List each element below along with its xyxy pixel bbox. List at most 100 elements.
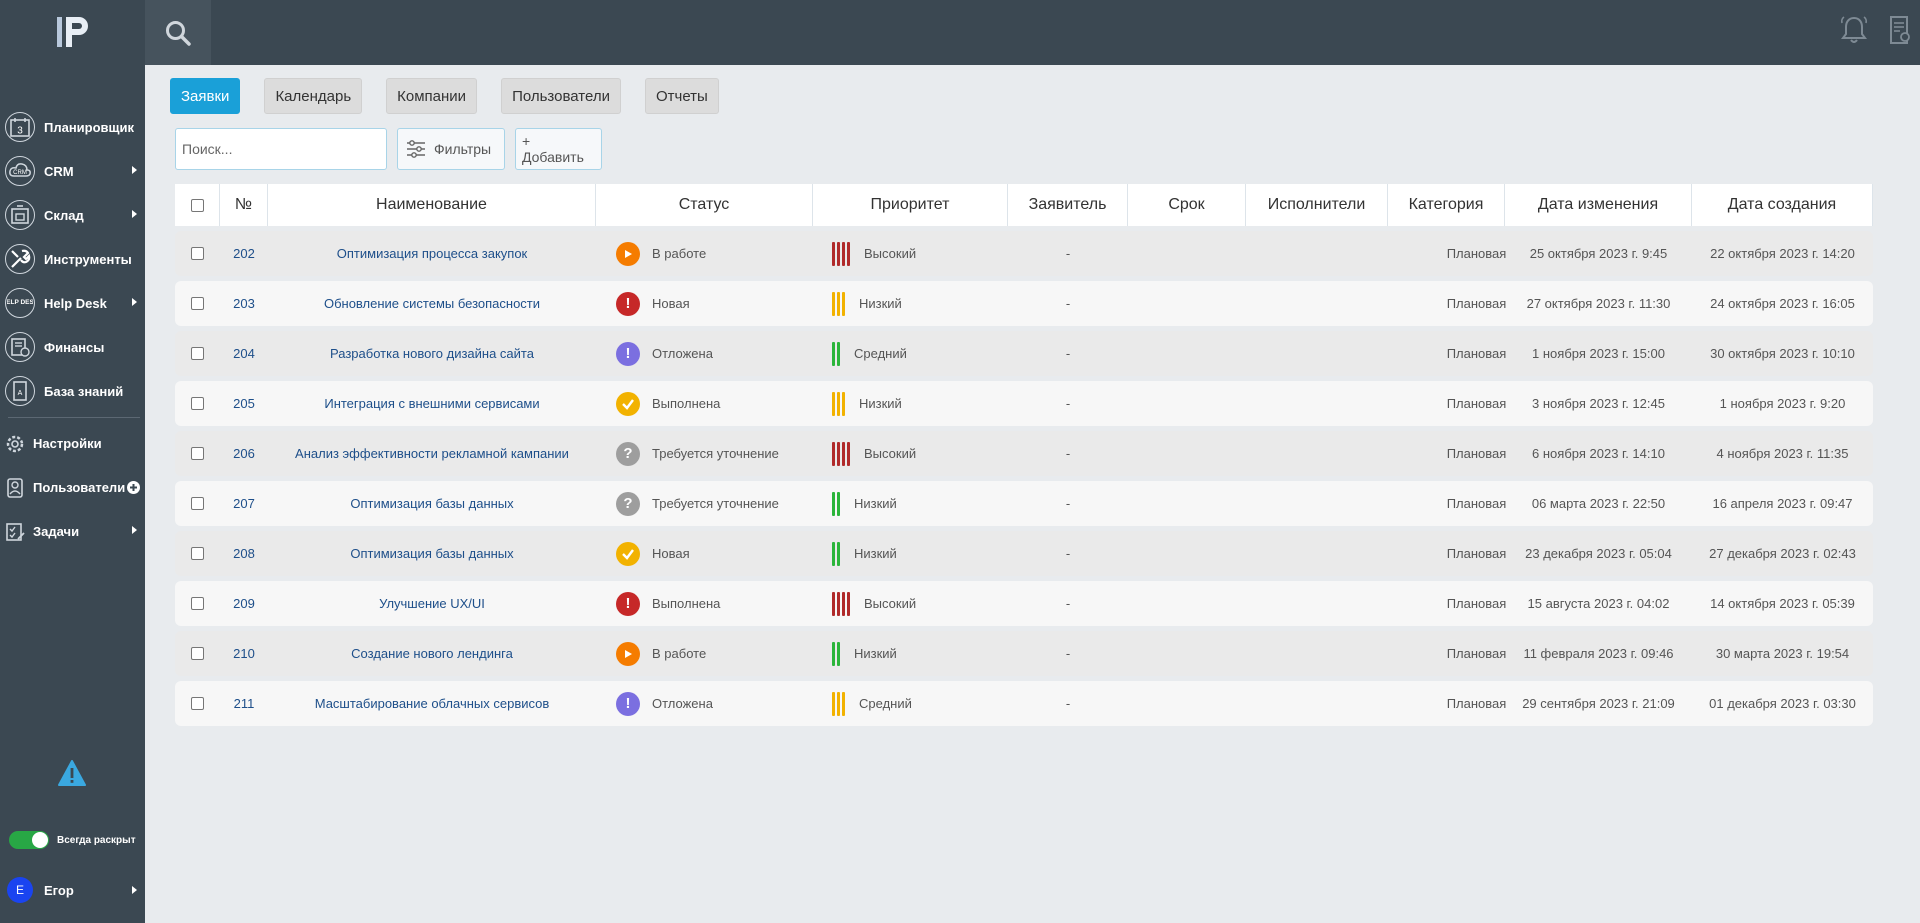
sidebar-item-label: Help Desk: [44, 295, 107, 311]
app-logo[interactable]: [54, 14, 94, 50]
request-title-link[interactable]: Оптимизация базы данных: [268, 531, 596, 576]
table-row[interactable]: 205 Интеграция с внешними сервисами Выполн…: [175, 381, 1873, 426]
status-cell: ! Выполнена: [616, 581, 813, 626]
sidebar-item-gear[interactable]: Настройки: [0, 423, 145, 463]
sidebar-item-tasks[interactable]: Задачи: [0, 511, 145, 551]
request-number[interactable]: 205: [220, 381, 268, 426]
search-input[interactable]: [175, 128, 387, 170]
request-number[interactable]: 206: [220, 431, 268, 476]
table-row[interactable]: 211 Масштабирование облачных сервисов ! Отл…: [175, 681, 1873, 726]
priority-bars-icon: [832, 291, 847, 316]
request-number[interactable]: 202: [220, 231, 268, 276]
table-row[interactable]: 203 Обновление системы безопасности! Новая…: [175, 281, 1873, 326]
sidebar-item-label: Склад: [44, 207, 84, 223]
request-title-link[interactable]: Интеграция с внешними сервисами: [268, 381, 596, 426]
request-number[interactable]: 210: [220, 631, 268, 676]
select-all-checkbox[interactable]: [190, 198, 204, 212]
sidebar-item-warehouse[interactable]: Склад: [0, 195, 145, 235]
table-row[interactable]: 207 Оптимизация базы данных? Требуется уто…: [175, 481, 1873, 526]
request-number[interactable]: 207: [220, 481, 268, 526]
request-title-link[interactable]: Оптимизация процесса закупок: [268, 231, 596, 276]
request-title-link[interactable]: Разработка нового дизайна сайта: [268, 331, 596, 376]
status-done-icon: [616, 541, 640, 566]
request-number[interactable]: 208: [220, 531, 268, 576]
tab-3[interactable]: Пользователи: [501, 78, 621, 114]
tab-4[interactable]: Отчеты: [644, 78, 719, 114]
column-header[interactable]: Заявитель: [1008, 184, 1128, 226]
deadline-cell: [1128, 281, 1246, 326]
column-header[interactable]: Исполнители: [1246, 184, 1388, 226]
table-row[interactable]: 210 Создание нового лендинга В работе Низки…: [175, 631, 1873, 676]
row-checkbox[interactable]: [191, 497, 204, 510]
status-label: Новая: [652, 296, 690, 311]
add-button[interactable]: + Добавить: [515, 128, 602, 170]
sidebar-item-finance[interactable]: Финансы: [0, 327, 145, 367]
sidebar-item-user[interactable]: Пользователи: [0, 467, 145, 507]
tab-2[interactable]: Компании: [386, 78, 478, 114]
request-title-link[interactable]: Масштабирование облачных сервисов: [268, 681, 596, 726]
filters-button[interactable]: Фильтры: [397, 128, 505, 170]
request-number[interactable]: 209: [220, 581, 268, 626]
requests-table: № Наименование Статус Приоритет Заявитель Сро…: [175, 184, 1873, 726]
request-title-link[interactable]: Оптимизация базы данных: [268, 481, 596, 526]
user-menu[interactable]: E Егор: [0, 870, 145, 910]
sidebar-item-help-desk[interactable]: HELP DESK Help Desk: [0, 283, 145, 323]
request-title-link[interactable]: Улучшение UX/UI: [268, 581, 596, 626]
column-header[interactable]: Приоритет: [813, 184, 1008, 226]
document-settings-icon[interactable]: [1883, 14, 1915, 46]
row-checkbox[interactable]: [191, 647, 204, 660]
column-header[interactable]: Срок: [1128, 184, 1246, 226]
tab-1[interactable]: Календарь: [264, 78, 363, 114]
table-row[interactable]: 202 Оптимизация процесса закупок В работе В…: [175, 231, 1873, 276]
tab-0[interactable]: Заявки: [170, 78, 241, 114]
request-title-link[interactable]: Обновление системы безопасности: [268, 281, 596, 326]
request-title-link[interactable]: Создание нового лендинга: [268, 631, 596, 676]
sidebar-item-calendar[interactable]: 3 Планировщик: [0, 107, 145, 147]
column-header[interactable]: Категория: [1388, 184, 1505, 226]
row-checkbox[interactable]: [191, 447, 204, 460]
assignees-cell: [1246, 331, 1388, 376]
column-header[interactable]: Дата изменения: [1505, 184, 1692, 226]
row-checkbox[interactable]: [191, 547, 204, 560]
request-number[interactable]: 211: [220, 681, 268, 726]
table-row[interactable]: 204 Разработка нового дизайна сайта! Отлож…: [175, 331, 1873, 376]
column-header[interactable]: Наименование: [268, 184, 596, 226]
status-cell: ! Отложена: [616, 681, 813, 726]
always-expanded-toggle[interactable]: [9, 831, 49, 849]
column-header[interactable]: №: [220, 184, 268, 226]
priority-label: Высокий: [864, 596, 917, 611]
bell-icon[interactable]: [1838, 14, 1870, 46]
row-checkbox[interactable]: [191, 247, 204, 260]
assignees-cell: [1246, 481, 1388, 526]
row-checkbox[interactable]: [191, 697, 204, 710]
warning-icon[interactable]: [58, 760, 86, 786]
row-checkbox[interactable]: [191, 297, 204, 310]
sidebar-item-knowledge-base[interactable]: A База знаний: [0, 371, 145, 411]
add-user-icon[interactable]: [127, 481, 140, 494]
sidebar-item-tools[interactable]: Инструменты: [0, 239, 145, 279]
request-number[interactable]: 203: [220, 281, 268, 326]
status-label: Требуется уточнение: [652, 496, 779, 511]
table-row[interactable]: 206 Анализ эффективности рекламной кампан…: [175, 431, 1873, 476]
row-checkbox[interactable]: [191, 397, 204, 410]
table-row[interactable]: 209 Улучшение UX/UI! Выполнена Высокий - План…: [175, 581, 1873, 626]
request-title-link[interactable]: Анализ эффективности рекламной кампании: [268, 431, 596, 476]
row-checkbox[interactable]: [191, 347, 204, 360]
row-checkbox[interactable]: [191, 597, 204, 610]
applicant-cell: -: [1065, 346, 1071, 361]
svg-text:A: A: [18, 390, 23, 397]
request-number[interactable]: 204: [220, 331, 268, 376]
sidebar-item-crm-cloud[interactable]: CRM CRM: [0, 151, 145, 191]
help-desk-icon: HELP DESK: [5, 288, 35, 318]
status-progress-icon: [616, 641, 640, 666]
column-header[interactable]: Дата создания: [1692, 184, 1873, 226]
column-header[interactable]: Статус: [596, 184, 813, 226]
deadline-cell: [1128, 431, 1246, 476]
applicant-cell: -: [1065, 596, 1071, 611]
global-search-button[interactable]: [145, 0, 211, 65]
priority-bars-icon: [832, 691, 847, 716]
priority-bars-icon: [832, 491, 842, 516]
table-row[interactable]: 208 Оптимизация базы данных Новая Низкий - Пл…: [175, 531, 1873, 576]
table-header: № Наименование Статус Приоритет Заявитель Сро…: [175, 184, 1873, 226]
assignees-cell: [1246, 381, 1388, 426]
